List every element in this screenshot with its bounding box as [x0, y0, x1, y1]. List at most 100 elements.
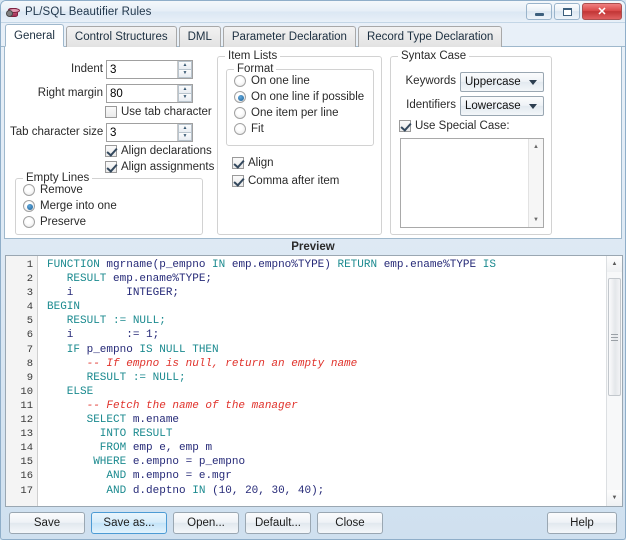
indent-spinner-down[interactable]: ▼ [178, 69, 192, 78]
line-number: 3 [6, 286, 33, 300]
tab-control-structures[interactable]: Control Structures [66, 26, 177, 47]
code-token: emp.empno%TYPE) [232, 259, 338, 271]
title-bar: PL/SQL Beautifier Rules ✕ [1, 1, 625, 23]
format-on-one-line-if-possible-radio[interactable]: On one line if possible [234, 91, 364, 103]
special-case-textarea[interactable]: ▲ ▼ [400, 138, 544, 228]
right-margin-input-value[interactable] [107, 88, 177, 100]
code-token: -- Fetch the name of the manager [47, 400, 298, 412]
preview-scroll-down-icon[interactable]: ▼ [607, 490, 622, 506]
code-content[interactable]: FUNCTION mgrname(p_empno IN emp.empno%TY… [38, 256, 606, 506]
tab-character-size-input-value[interactable] [107, 127, 177, 139]
line-number: 10 [6, 385, 33, 399]
indent-spinner-up[interactable]: ▲ [178, 61, 192, 69]
right-margin-spinner-up[interactable]: ▲ [178, 85, 192, 93]
preview-title: Preview [4, 241, 622, 256]
align-declarations-box [105, 145, 117, 157]
tab-character-size-spinner[interactable]: ▲▼ [177, 124, 192, 141]
line-number: 1 [6, 258, 33, 272]
code-token: AND [47, 485, 133, 497]
format-on-one-line-radio[interactable]: On one line [234, 75, 310, 87]
close-button[interactable]: ✕ [582, 3, 622, 20]
format-one-item-per-line-label: One item per line [251, 107, 339, 119]
preview-scroll-thumb[interactable] [608, 278, 621, 396]
default-button[interactable]: Default... [245, 512, 311, 534]
preview-scroll-up-icon[interactable]: ▲ [607, 256, 622, 272]
empty-lines-preserve-radio[interactable]: Preserve [23, 216, 86, 228]
right-margin-input[interactable]: ▲▼ [106, 84, 193, 103]
tab-size-spinner-up[interactable]: ▲ [178, 124, 192, 132]
code-token: RESULT [133, 428, 173, 440]
special-case-scrollbar[interactable]: ▲ ▼ [528, 139, 543, 227]
code-line: AND m.empno = e.mgr [47, 469, 606, 483]
preview-scroll-track[interactable] [607, 272, 622, 490]
code-line: FUNCTION mgrname(p_empno IN emp.empno%TY… [47, 258, 606, 272]
use-tab-character-label: Use tab character [121, 106, 212, 118]
indent-spinner[interactable]: ▲▼ [177, 61, 192, 78]
tab-record-type-declaration[interactable]: Record Type Declaration [358, 26, 502, 47]
code-token: ELSE [47, 386, 93, 398]
chevron-down-icon [525, 73, 541, 91]
maximize-button[interactable] [554, 3, 580, 20]
right-margin-spinner-down[interactable]: ▼ [178, 93, 192, 102]
save-as-button[interactable]: Save as... [91, 512, 167, 534]
format-fit-radio[interactable]: Fit [234, 123, 264, 135]
open-button[interactable]: Open... [173, 512, 239, 534]
identifiers-dropdown[interactable]: Lowercase [460, 96, 544, 116]
code-token: FROM [47, 442, 133, 454]
line-number: 2 [6, 272, 33, 286]
line-number: 8 [6, 357, 33, 371]
align-checkbox[interactable]: Align [232, 157, 274, 169]
help-button[interactable]: Help [547, 512, 617, 534]
code-token: m.empno = e.mgr [133, 470, 232, 482]
tab-general[interactable]: General [5, 24, 64, 47]
code-token: emp.ename%TYPE [384, 259, 483, 271]
line-number: 9 [6, 371, 33, 385]
tab-parameter-declaration[interactable]: Parameter Declaration [223, 26, 356, 47]
on-one-line-if-possible-radio-dot [234, 91, 246, 103]
code-line: AND d.deptno IN (10, 20, 30, 40); [47, 484, 606, 498]
scroll-grip-icon [611, 334, 618, 341]
code-token: NULL; [133, 315, 166, 327]
comma-after-item-checkbox[interactable]: Comma after item [232, 175, 339, 187]
empty-lines-remove-radio[interactable]: Remove [23, 184, 83, 196]
code-token: i := [47, 329, 146, 341]
chevron-down-icon [525, 97, 541, 115]
align-label: Align [248, 157, 274, 169]
empty-lines-remove-label: Remove [40, 184, 83, 196]
scroll-up-icon[interactable]: ▲ [529, 139, 543, 154]
minimize-button[interactable] [526, 3, 552, 20]
syntax-case-group-title: Syntax Case [398, 50, 469, 62]
database-gear-icon [6, 5, 20, 19]
line-number: 16 [6, 469, 33, 483]
use-tab-character-checkbox[interactable]: Use tab character [105, 106, 212, 118]
scroll-down-icon[interactable]: ▼ [529, 212, 543, 227]
code-token: IN [212, 259, 232, 271]
preview-vertical-scrollbar[interactable]: ▲ ▼ [606, 256, 622, 506]
keywords-dropdown-value: Uppercase [465, 76, 521, 88]
use-special-case-box [399, 120, 411, 132]
use-special-case-checkbox[interactable]: Use Special Case: [399, 120, 510, 132]
format-one-item-per-line-radio[interactable]: One item per line [234, 107, 339, 119]
code-line: -- Fetch the name of the manager [47, 399, 606, 413]
code-token: m.ename [133, 414, 179, 426]
indent-input[interactable]: ▲▼ [106, 60, 193, 79]
tab-bar: General Control Structures DML Parameter… [1, 23, 625, 47]
use-tab-character-box [105, 106, 117, 118]
tab-character-size-input[interactable]: ▲▼ [106, 123, 193, 142]
close-dialog-button[interactable]: Close [317, 512, 383, 534]
keywords-dropdown[interactable]: Uppercase [460, 72, 544, 92]
code-token: emp.ename%TYPE; [113, 273, 212, 285]
tab-dml[interactable]: DML [179, 26, 221, 47]
align-assignments-checkbox[interactable]: Align assignments [105, 161, 214, 173]
general-tab-page: Indent ▲▼ Right margin ▲▼ Use tab charac… [4, 47, 622, 239]
save-button[interactable]: Save [9, 512, 85, 534]
indent-label: Indent [61, 63, 103, 75]
indent-input-value[interactable] [107, 64, 177, 76]
align-declarations-checkbox[interactable]: Align declarations [105, 145, 212, 157]
empty-lines-merge-radio[interactable]: Merge into one [23, 200, 117, 212]
right-margin-spinner[interactable]: ▲▼ [177, 85, 192, 102]
one-item-per-line-radio-dot [234, 107, 246, 119]
code-line: i := 1; [47, 328, 606, 342]
button-bar: Save Save as... Open... Default... Close… [1, 507, 625, 539]
tab-size-spinner-down[interactable]: ▼ [178, 132, 192, 141]
